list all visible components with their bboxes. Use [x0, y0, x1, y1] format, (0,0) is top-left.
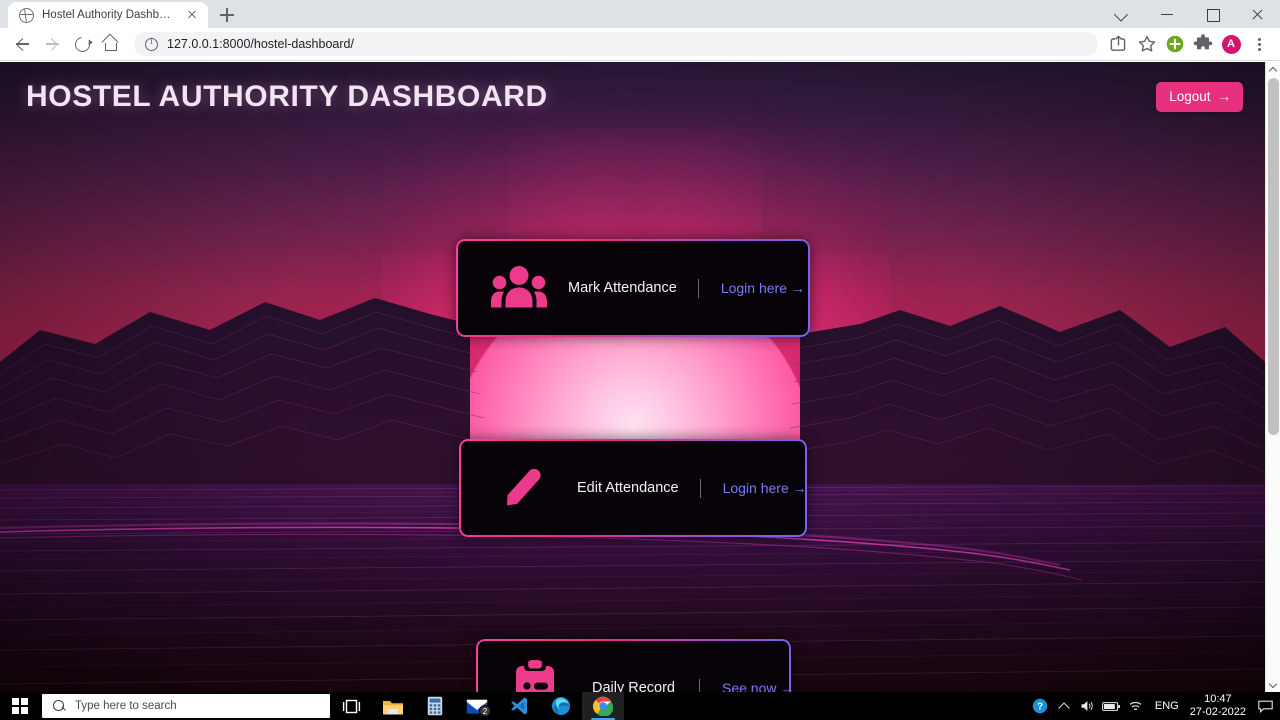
- clock-time: 10:47: [1204, 693, 1232, 705]
- tab-search-chevron-icon[interactable]: [1100, 0, 1145, 28]
- volume-icon[interactable]: [1076, 692, 1100, 720]
- globe-icon: [19, 7, 34, 23]
- page-title: HOSTEL AUTHORITY DASHBOARD: [26, 80, 548, 113]
- help-circle-icon[interactable]: ?: [1028, 692, 1052, 720]
- logout-button[interactable]: Logout →: [1156, 82, 1243, 112]
- card-label: Mark Attendance: [568, 280, 677, 296]
- add-circle-icon[interactable]: [1162, 31, 1188, 57]
- file-explorer-icon[interactable]: [372, 692, 414, 720]
- share-icon[interactable]: [1106, 31, 1132, 57]
- clock-date: 27-02-2022: [1189, 706, 1246, 718]
- card-link[interactable]: Login here →: [721, 280, 805, 296]
- arrow-right-icon: →: [1217, 89, 1232, 104]
- search-placeholder: Type here to search: [75, 700, 177, 712]
- scrollbar-thumb[interactable]: [1268, 78, 1279, 435]
- window-controls: [1100, 0, 1280, 28]
- browser-toolbar: 127.0.0.1:8000/hostel-dashboard/: [0, 28, 1280, 61]
- card-mark-attendance[interactable]: Mark Attendance Login here →: [458, 241, 808, 335]
- language-indicator[interactable]: ENG: [1148, 700, 1186, 712]
- address-bar[interactable]: 127.0.0.1:8000/hostel-dashboard/: [134, 32, 1098, 56]
- mail-icon[interactable]: 2: [456, 692, 498, 720]
- forward-button[interactable]: [38, 30, 66, 58]
- card-link[interactable]: See now →: [722, 680, 794, 692]
- card-daily-record[interactable]: Daily Record See now →: [478, 641, 794, 692]
- windows-start-icon[interactable]: [0, 692, 40, 720]
- scroll-up-arrow[interactable]: [1266, 62, 1280, 77]
- close-tab-icon[interactable]: [184, 7, 200, 23]
- tab-title: Hostel Authority Dashboard: [42, 9, 176, 21]
- back-button[interactable]: [8, 30, 36, 58]
- show-hidden-icons-chevron[interactable]: [1052, 692, 1076, 720]
- bookmark-star-icon[interactable]: [1134, 31, 1160, 57]
- divider: [699, 478, 701, 498]
- mail-badge: 2: [479, 705, 491, 717]
- page-header: HOSTEL AUTHORITY DASHBOARD Logout →: [0, 62, 1265, 114]
- taskbar-search-input[interactable]: Type here to search: [42, 694, 330, 718]
- page-scrollbar[interactable]: [1265, 62, 1280, 692]
- close-window-button[interactable]: [1235, 0, 1280, 28]
- edge-icon[interactable]: [540, 692, 582, 720]
- divider: [699, 678, 700, 692]
- card-link[interactable]: Login here →: [723, 480, 807, 496]
- clipboard-list-icon: [504, 660, 566, 692]
- tab-strip: Hostel Authority Dashboard: [0, 0, 1280, 28]
- site-info-icon[interactable]: [145, 36, 158, 51]
- card-label: Edit Attendance: [577, 480, 679, 496]
- card-edit-attendance[interactable]: Edit Attendance Login here →: [461, 441, 807, 535]
- maximize-button[interactable]: [1190, 0, 1235, 28]
- web-page: HOSTEL AUTHORITY DASHBOARD Logout → Mark…: [0, 62, 1265, 692]
- minimize-button[interactable]: [1145, 0, 1190, 28]
- people-group-icon: [488, 264, 550, 312]
- clock[interactable]: 10:47 27-02-2022: [1186, 693, 1254, 719]
- logout-label: Logout: [1169, 89, 1211, 104]
- system-tray: ? ENG 10:47 27-02-2022: [1028, 692, 1280, 720]
- card-label: Daily Record: [592, 680, 675, 692]
- reload-button[interactable]: [68, 30, 96, 58]
- svg-text:?: ?: [1037, 702, 1043, 713]
- home-button[interactable]: [98, 30, 126, 58]
- divider: [697, 278, 699, 298]
- chrome-icon[interactable]: [582, 692, 624, 720]
- search-icon: [53, 700, 65, 712]
- pencil-edit-icon: [491, 461, 553, 515]
- scroll-down-arrow[interactable]: [1266, 677, 1280, 692]
- browser-window: Hostel Authority Dashboard 127.0.0.1:800…: [0, 0, 1280, 720]
- task-view-icon[interactable]: [330, 692, 372, 720]
- new-tab-icon[interactable]: [214, 2, 240, 28]
- page-viewport: HOSTEL AUTHORITY DASHBOARD Logout → Mark…: [0, 62, 1280, 692]
- notification-center-icon[interactable]: [1254, 692, 1276, 720]
- dashboard-cards: Mark Attendance Login here → Edit Attend…: [0, 62, 1265, 692]
- profile-avatar[interactable]: A: [1218, 31, 1244, 57]
- url-text: 127.0.0.1:8000/hostel-dashboard/: [167, 37, 354, 51]
- windows-taskbar: Type here to search 2 ? ENG 10:47 27-02-…: [0, 692, 1280, 720]
- vscode-icon[interactable]: [498, 692, 540, 720]
- calculator-icon[interactable]: [414, 692, 456, 720]
- wifi-icon[interactable]: [1124, 692, 1148, 720]
- browser-tab[interactable]: Hostel Authority Dashboard: [8, 2, 208, 28]
- three-dot-menu-icon[interactable]: [1246, 31, 1272, 57]
- extensions-puzzle-icon[interactable]: [1190, 31, 1216, 57]
- battery-icon[interactable]: [1100, 692, 1124, 720]
- profile-initial: A: [1221, 34, 1241, 54]
